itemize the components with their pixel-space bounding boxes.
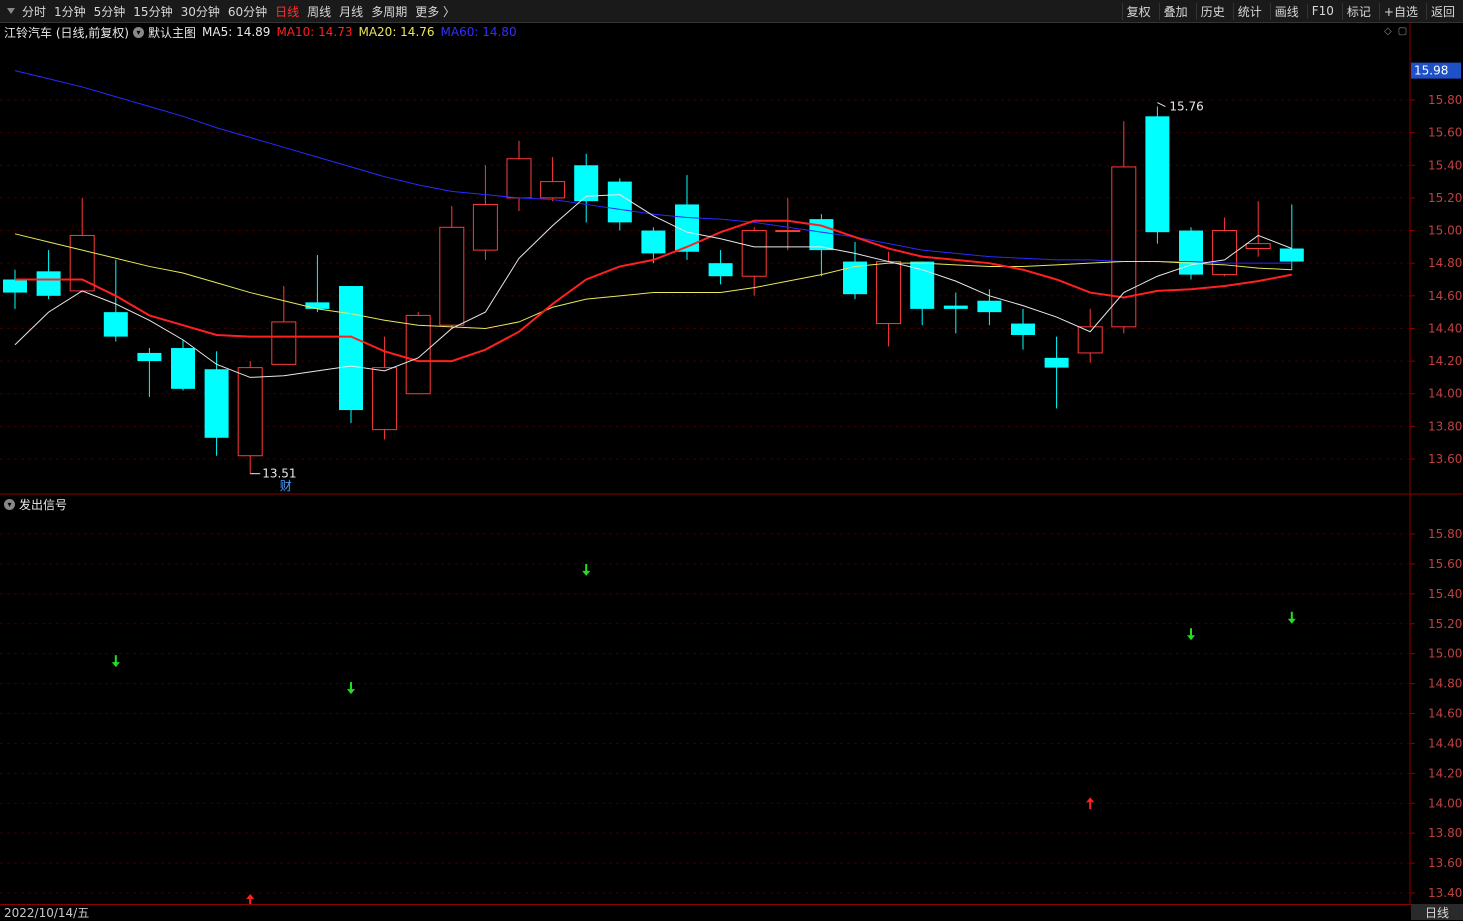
- price-tick: 14.60: [1428, 289, 1462, 303]
- price-tick: 14.20: [1428, 354, 1462, 368]
- sub-price-tick: 14.20: [1428, 766, 1462, 780]
- tab-dayline[interactable]: 日线: [1411, 904, 1463, 920]
- sub-price-tick: 15.60: [1428, 557, 1462, 571]
- price-tick: 15.20: [1428, 191, 1462, 205]
- candle-body-down: [1279, 248, 1304, 262]
- candle-body-down: [1044, 357, 1069, 368]
- candle-body-down: [3, 279, 27, 293]
- candle-body-down: [339, 286, 363, 411]
- sell-signal-arrow: [1287, 611, 1296, 624]
- candle-body-up: [506, 158, 532, 199]
- candle-body-up: [372, 367, 398, 431]
- sub-price-tick: 15.80: [1428, 527, 1462, 541]
- sell-signal-arrow: [347, 682, 355, 695]
- candle-body-down: [305, 302, 330, 309]
- sub-price-tick: 13.40: [1428, 886, 1462, 900]
- event-marker: 财: [280, 479, 292, 493]
- candle-body-up: [271, 321, 297, 365]
- price-tick: 14.80: [1428, 256, 1462, 270]
- date-axis: [0, 904, 1463, 921]
- candle-body-up: [775, 230, 801, 233]
- price-tick: 13.60: [1428, 452, 1462, 466]
- price-tick: 15.60: [1428, 126, 1462, 140]
- sub-price-tick: 14.00: [1428, 796, 1462, 810]
- price-tick: 13.80: [1428, 419, 1462, 433]
- sell-signal-arrow: [582, 563, 591, 576]
- sub-price-tick: 14.80: [1428, 677, 1462, 691]
- candle-body-down: [708, 263, 733, 277]
- current-price-text: 15.98: [1414, 64, 1448, 78]
- candle-body-down: [103, 312, 128, 337]
- candle-body-up: [405, 314, 431, 395]
- kline-chart[interactable]: 15.80 15.60 15.40 15.20 15.00 14.80 14.60 14.40…: [0, 0, 1463, 920]
- candle-body-up: [741, 230, 767, 277]
- candle-body-up: [1245, 243, 1271, 249]
- candle-body-up: [472, 203, 498, 251]
- sub-price-tick: 15.20: [1428, 617, 1462, 631]
- candle-body-up: [1212, 230, 1238, 276]
- candle-body-down: [171, 348, 195, 389]
- sub-price-tick: 14.60: [1428, 707, 1462, 721]
- candle-body-up: [876, 261, 902, 325]
- candle-body-up: [439, 226, 465, 326]
- candle-body-up: [1077, 326, 1103, 354]
- sub-price-tick: 15.00: [1428, 647, 1462, 661]
- candle-body-down: [1011, 323, 1035, 335]
- candle-body-down: [36, 271, 61, 296]
- sell-signal-arrow: [1187, 628, 1195, 641]
- price-tick: 15.80: [1428, 93, 1462, 107]
- price-tick: 15.00: [1428, 224, 1462, 238]
- price-tick: 14.40: [1428, 321, 1462, 335]
- candle-body-down: [1145, 116, 1170, 233]
- candle-body-down: [943, 305, 968, 309]
- candle-body-down: [137, 352, 162, 362]
- sell-signal-arrow: [111, 655, 120, 668]
- start-date: 2022/10/14/五: [4, 906, 90, 920]
- candle-body-up: [237, 367, 263, 457]
- candle-body-up: [540, 181, 566, 199]
- sub-price-tick: 14.40: [1428, 736, 1462, 750]
- sub-price-tick: 13.60: [1428, 856, 1462, 870]
- sub-price-tick: 13.80: [1428, 826, 1462, 840]
- high-marker: 15.76: [1169, 100, 1203, 114]
- high-arrow: [1157, 102, 1166, 107]
- price-tick: 15.40: [1428, 158, 1462, 172]
- candle-body-down: [910, 261, 935, 309]
- price-tick: 14.00: [1428, 387, 1462, 401]
- candle-body-down: [641, 230, 666, 254]
- sub-price-tick: 15.40: [1428, 587, 1462, 601]
- candle-body-down: [607, 181, 632, 223]
- candle-body-down: [977, 300, 1002, 313]
- candle-body-down: [204, 369, 229, 438]
